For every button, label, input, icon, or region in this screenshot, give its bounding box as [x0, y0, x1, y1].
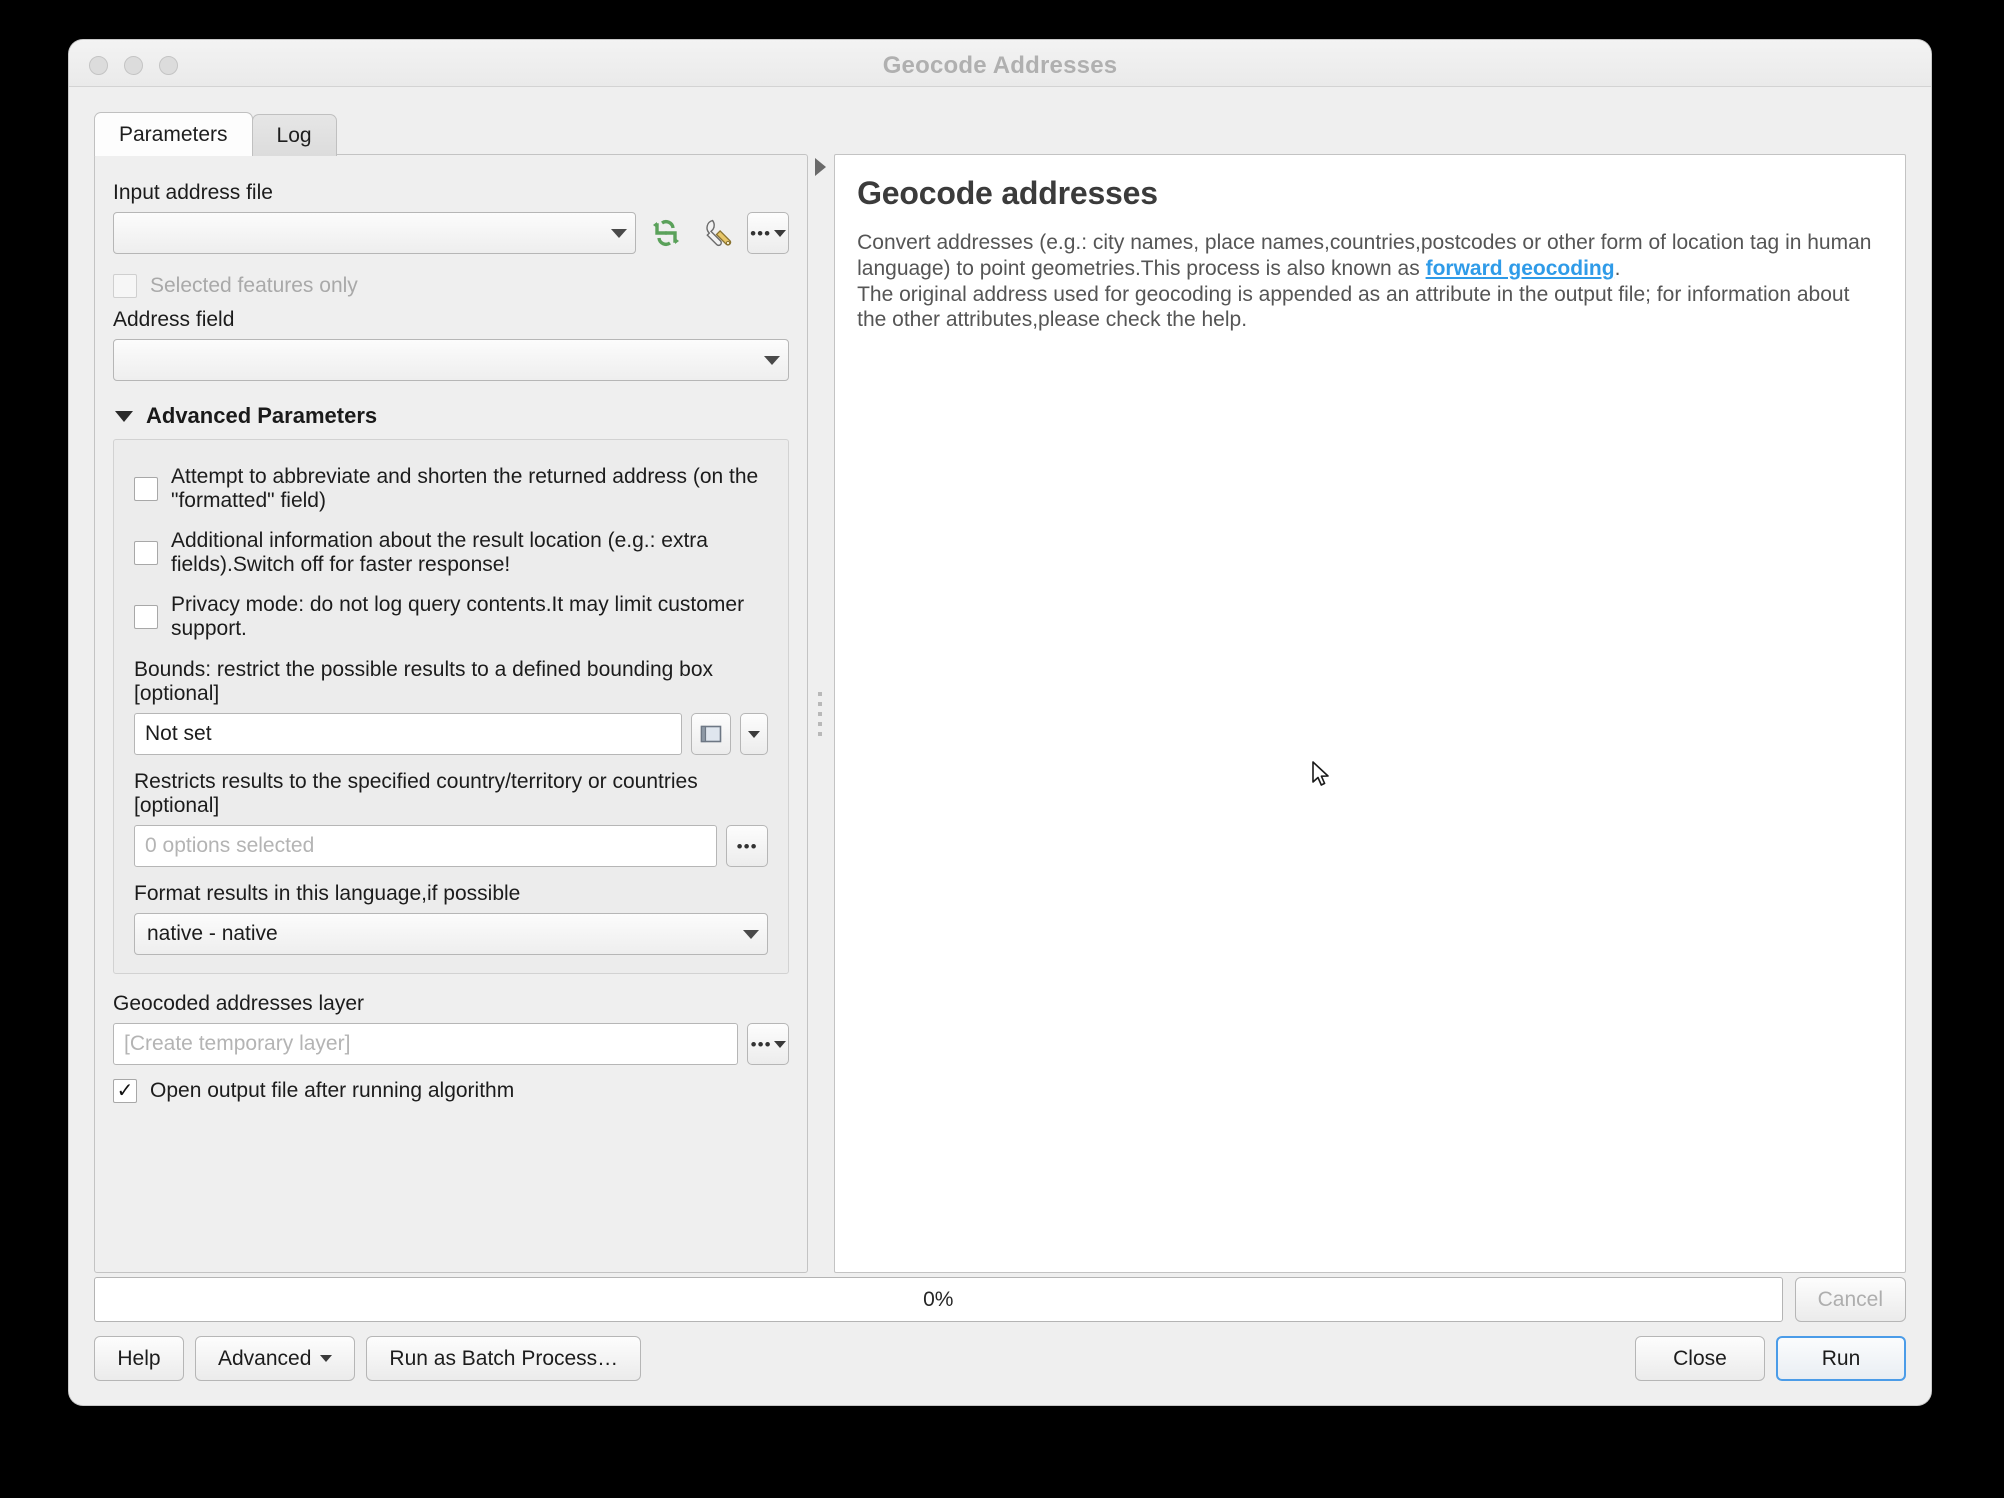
- input-address-file-label: Input address file: [113, 181, 273, 204]
- close-button[interactable]: Close: [1635, 1336, 1765, 1381]
- chevron-down-icon: [743, 929, 760, 939]
- window-title: Geocode Addresses: [882, 52, 1118, 79]
- cancel-button[interactable]: Cancel: [1794, 1277, 1906, 1322]
- panel-splitter[interactable]: [808, 154, 834, 1273]
- collapse-help-panel-icon[interactable]: [815, 158, 827, 176]
- run-button[interactable]: Run: [1776, 1336, 1906, 1381]
- address-field-label: Address field: [113, 308, 235, 331]
- tab-parameters[interactable]: Parameters: [94, 112, 253, 156]
- splitter-handle[interactable]: [818, 691, 823, 736]
- action-buttons-row: Help Advanced Run as Batch Process… Clos…: [94, 1336, 1906, 1381]
- advanced-menu-button[interactable]: Advanced: [195, 1336, 356, 1381]
- bounds-label: Bounds: restrict the possible results to…: [134, 658, 714, 705]
- open-output-after-run-checkbox[interactable]: ✓: [113, 1079, 137, 1103]
- input-address-file-row: •••: [113, 212, 790, 254]
- help-paragraph-2: The original address used for geocoding …: [857, 282, 1850, 332]
- tab-parameters-label: Parameters: [119, 122, 228, 146]
- input-address-file-combo[interactable]: [113, 212, 637, 254]
- chevron-down-icon: [611, 228, 628, 238]
- select-extent-on-canvas-icon[interactable]: [691, 713, 732, 755]
- title-bar: Geocode Addresses: [69, 40, 1931, 87]
- advanced-parameters-toggle[interactable]: Advanced Parameters: [115, 403, 789, 429]
- input-address-file-browse-button[interactable]: •••: [747, 212, 790, 254]
- language-value: native - native: [147, 922, 278, 945]
- help-paragraph-1-after-link: .: [1614, 256, 1621, 280]
- triangle-down-icon: [115, 410, 133, 422]
- help-button-label: Help: [117, 1346, 161, 1370]
- countries-placeholder: 0 options selected: [145, 834, 315, 857]
- chevron-down-icon: [320, 1355, 333, 1362]
- run-as-batch-process-label: Run as Batch Process…: [389, 1346, 619, 1370]
- open-output-after-run-label: Open output file after running algorithm: [150, 1079, 515, 1102]
- close-button-label: Close: [1673, 1346, 1727, 1370]
- iterate-over-features-icon[interactable]: [645, 212, 687, 254]
- language-label: Format results in this language,if possi…: [134, 882, 521, 905]
- chevron-down-icon: [774, 229, 787, 237]
- countries-label: Restricts results to the specified count…: [134, 770, 698, 817]
- progress-bar: 0%: [94, 1277, 1783, 1322]
- dialog-body: Parameters Log Input address file ••• Se…: [69, 87, 1931, 1405]
- advanced-parameters-group: Attempt to abbreviate and shorten the re…: [113, 439, 790, 974]
- tab-log[interactable]: Log: [251, 114, 337, 156]
- ellipsis-icon: •••: [750, 223, 772, 243]
- bounds-dropdown-button[interactable]: [740, 713, 769, 755]
- language-combo[interactable]: native - native: [134, 913, 769, 955]
- help-title: Geocode addresses: [857, 175, 1158, 211]
- help-paragraph-1-before-link: Convert addresses (e.g.: city names, pla…: [857, 231, 1872, 280]
- checkbox-abbreviate-row[interactable]: Attempt to abbreviate and shorten the re…: [134, 465, 768, 513]
- bottom-bar: 0% Cancel Help Advanced Run as Batch Pro…: [94, 1277, 1906, 1387]
- content-area: Input address file ••• Selected features…: [94, 154, 1906, 1273]
- parameters-panel: Input address file ••• Selected features…: [94, 154, 809, 1273]
- advanced-menu-label: Advanced: [218, 1346, 312, 1370]
- countries-row: 0 options selected •••: [134, 825, 769, 867]
- checkbox-extra-info[interactable]: [134, 541, 158, 565]
- geocode-addresses-dialog: Geocode Addresses Parameters Log Input a…: [69, 40, 1931, 1405]
- address-field-combo[interactable]: [113, 339, 790, 381]
- checkbox-privacy[interactable]: [134, 605, 158, 629]
- chevron-down-icon: [773, 1040, 786, 1048]
- help-body: Convert addresses (e.g.: city names, pla…: [857, 230, 1883, 333]
- chevron-down-icon: [764, 355, 781, 365]
- output-layer-browse-button[interactable]: •••: [747, 1023, 790, 1065]
- bounds-input[interactable]: Not set: [134, 713, 683, 755]
- help-panel: Geocode addresses Convert addresses (e.g…: [834, 154, 1906, 1273]
- checkbox-abbreviate[interactable]: [134, 477, 158, 501]
- countries-browse-button[interactable]: •••: [726, 825, 769, 867]
- run-button-label: Run: [1821, 1346, 1861, 1370]
- selected-features-only-label: Selected features only: [150, 274, 358, 297]
- progress-text: 0%: [923, 1287, 954, 1311]
- output-layer-placeholder: [Create temporary layer]: [124, 1032, 351, 1055]
- selected-features-only-checkbox[interactable]: [113, 274, 137, 298]
- open-output-after-run-row[interactable]: ✓ Open output file after running algorit…: [113, 1079, 789, 1103]
- output-layer-row: [Create temporary layer] •••: [113, 1023, 790, 1065]
- tab-log-label: Log: [276, 123, 312, 147]
- output-layer-label: Geocoded addresses layer: [113, 992, 364, 1015]
- checkbox-privacy-row[interactable]: Privacy mode: do not log query contents.…: [134, 593, 768, 641]
- run-as-batch-process-button[interactable]: Run as Batch Process…: [366, 1336, 642, 1381]
- dialog-confirm-buttons: Close Run: [1635, 1336, 1906, 1381]
- bounds-value: Not set: [145, 722, 212, 745]
- checkbox-extra-info-label: Additional information about the result …: [171, 529, 708, 576]
- checkbox-extra-info-row[interactable]: Additional information about the result …: [134, 529, 768, 577]
- selected-features-only-row[interactable]: Selected features only: [113, 274, 789, 298]
- bounds-row: Not set: [134, 713, 769, 755]
- help-button[interactable]: Help: [94, 1336, 184, 1381]
- ellipsis-icon: •••: [750, 1034, 772, 1054]
- forward-geocoding-link[interactable]: forward geocoding: [1426, 257, 1615, 280]
- countries-input[interactable]: 0 options selected: [134, 825, 718, 867]
- output-layer-input[interactable]: [Create temporary layer]: [113, 1023, 739, 1065]
- checkbox-abbreviate-label: Attempt to abbreviate and shorten the re…: [171, 465, 759, 512]
- ellipsis-icon: •••: [736, 836, 758, 856]
- progress-row: 0% Cancel: [94, 1277, 1906, 1322]
- wrench-icon[interactable]: [696, 212, 738, 254]
- chevron-down-icon: [748, 730, 761, 738]
- parameters-form: Input address file ••• Selected features…: [95, 155, 807, 1272]
- tab-bar: Parameters Log: [94, 112, 337, 156]
- advanced-parameters-label: Advanced Parameters: [146, 403, 378, 428]
- checkbox-privacy-label: Privacy mode: do not log query contents.…: [171, 593, 745, 640]
- cancel-button-label: Cancel: [1817, 1287, 1883, 1311]
